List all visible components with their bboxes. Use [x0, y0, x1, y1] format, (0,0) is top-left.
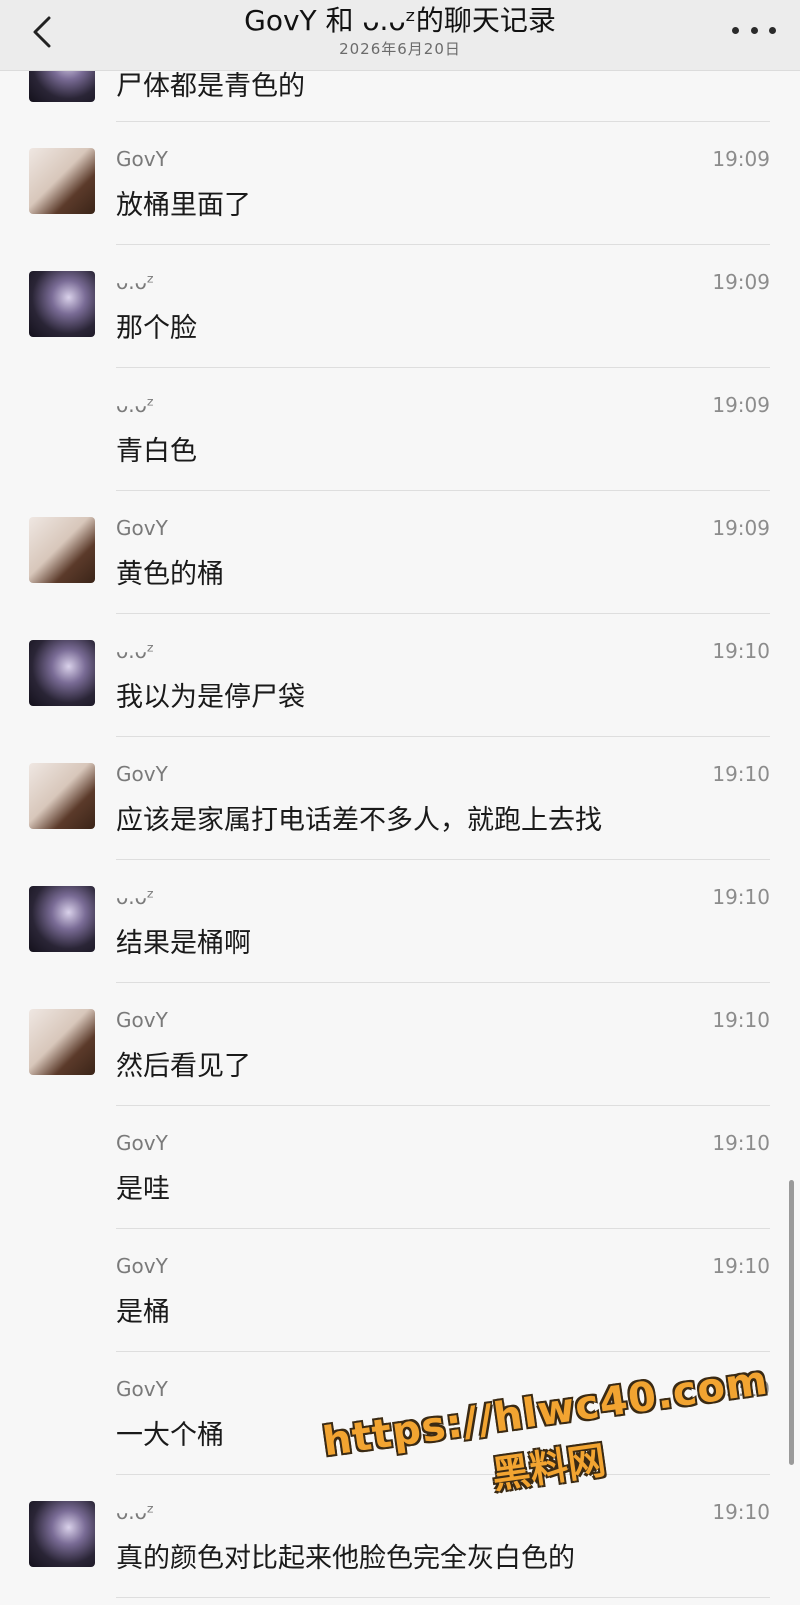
sender-name: GovY: [116, 516, 168, 540]
message-text: 一大个桶: [116, 1420, 224, 1451]
message-row[interactable]: ᴗ.ᴗᶻ 19:10 结果是桶啊: [0, 860, 800, 983]
avatar-uuz[interactable]: [29, 886, 95, 952]
message-time: 19:09: [712, 147, 770, 171]
message-time: 19:10: [712, 639, 770, 663]
message-text: 真的颜色对比起来他脸色完全灰白色的: [116, 1543, 575, 1574]
message-row[interactable]: GovY 19:10 应该是家属打电话差不多人，就跑上去找: [0, 737, 800, 860]
avatar-govy[interactable]: [29, 517, 95, 583]
avatar-uuz[interactable]: [29, 271, 95, 337]
message-row[interactable]: ᴗ.ᴗᶻ 19:09 那个脸: [0, 245, 800, 368]
sender-name: ᴗ.ᴗᶻ: [116, 270, 155, 294]
message-text: 是哇: [116, 1174, 170, 1205]
header-bar: GovY 和 ᴗ.ᴗᶻ的聊天记录 2026年6月20日: [0, 0, 800, 71]
sender-name: ᴗ.ᴗᶻ: [116, 393, 155, 417]
message-time: 19:09: [712, 516, 770, 540]
back-button[interactable]: [22, 12, 62, 52]
sender-name: GovY: [116, 1377, 168, 1401]
message-time: 19:10: [712, 1254, 770, 1278]
divider: [116, 1597, 770, 1598]
more-button[interactable]: [732, 20, 776, 40]
message-row[interactable]: GovY 19:10 是哇: [0, 1106, 800, 1229]
avatar-uuz[interactable]: [29, 1501, 95, 1567]
message-text: 放桶里面了: [116, 190, 251, 221]
sender-name: GovY: [116, 147, 168, 171]
message-time: 19:10: [712, 1008, 770, 1032]
message-time: 19:09: [712, 393, 770, 417]
message-text: 是桶: [116, 1297, 170, 1328]
more-dots-icon: [732, 26, 776, 34]
sender-name: ᴗ.ᴗᶻ: [116, 1500, 155, 1524]
avatar-uuz[interactable]: [29, 640, 95, 706]
message-text: 黄色的桶: [116, 559, 224, 590]
message-row[interactable]: GovY 19:09 放桶里面了: [0, 122, 800, 245]
sender-name: GovY: [116, 1131, 168, 1155]
title-block: GovY 和 ᴗ.ᴗᶻ的聊天记录 2026年6月20日: [140, 2, 660, 58]
message-text: 应该是家属打电话差不多人，就跑上去找: [116, 805, 602, 836]
message-text: 尸体都是青色的: [116, 71, 305, 102]
message-time: 19:09: [712, 270, 770, 294]
message-text: 然后看见了: [116, 1051, 251, 1082]
message-text: 那个脸: [116, 313, 197, 344]
scrollbar[interactable]: [789, 1180, 794, 1465]
message-text: 结果是桶啊: [116, 928, 251, 959]
message-time: 19:10: [712, 885, 770, 909]
sender-name: GovY: [116, 762, 168, 786]
chat-date: 2026年6月20日: [339, 40, 461, 58]
message-row[interactable]: GovY 19:09 黄色的桶: [0, 491, 800, 614]
message-time: 19:10: [712, 1131, 770, 1155]
sender-name: ᴗ.ᴗᶻ: [116, 885, 155, 909]
message-row-partial: 尸体都是青色的: [0, 70, 800, 122]
chat-title: GovY 和 ᴗ.ᴗᶻ的聊天记录: [244, 4, 556, 37]
sender-name: GovY: [116, 1254, 168, 1278]
message-time: 19:10: [712, 1500, 770, 1524]
avatar-govy[interactable]: [29, 148, 95, 214]
chevron-left-icon: [33, 16, 51, 48]
message-row[interactable]: ᴗ.ᴗᶻ 19:10 我以为是停尸袋: [0, 614, 800, 737]
message-time: 19:10: [712, 762, 770, 786]
message-row[interactable]: GovY 19:10 是桶: [0, 1229, 800, 1352]
avatar-uuz[interactable]: [29, 70, 95, 102]
sender-name: GovY: [116, 1008, 168, 1032]
sender-name: ᴗ.ᴗᶻ: [116, 639, 155, 663]
message-row[interactable]: GovY 19:10 然后看见了: [0, 983, 800, 1106]
avatar-govy[interactable]: [29, 1009, 95, 1075]
message-text: 我以为是停尸袋: [116, 682, 305, 713]
avatar-govy[interactable]: [29, 763, 95, 829]
message-text: 青白色: [116, 436, 197, 467]
message-row[interactable]: ᴗ.ᴗᶻ 19:09 青白色: [0, 368, 800, 491]
